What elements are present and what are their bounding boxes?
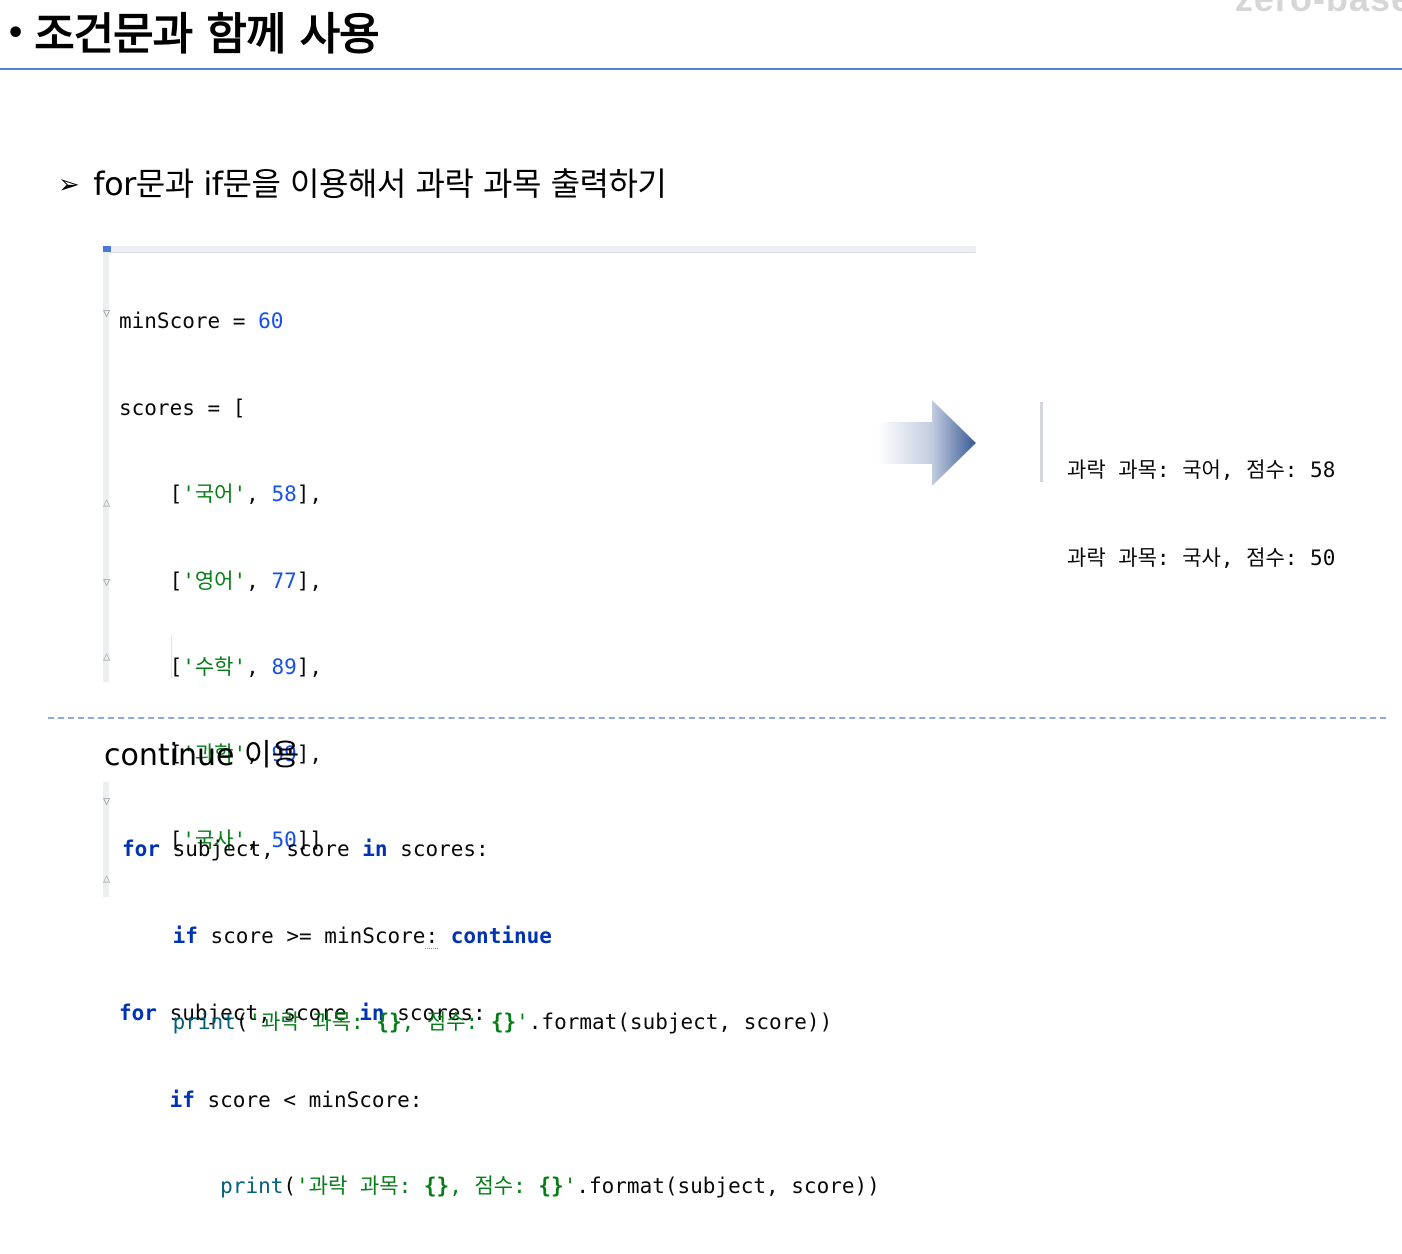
fold-open-icon[interactable]: ▽	[103, 575, 117, 589]
output-line: 과락 과목: 국사, 점수: 50	[1067, 546, 1336, 570]
slide-title-text: 조건문과 함께 사용	[34, 9, 379, 60]
code-line: scores = [	[119, 395, 246, 420]
title-underline	[0, 68, 1402, 70]
fold-open-icon[interactable]: ▽	[103, 794, 117, 808]
continue-section-label: continue 이용	[104, 738, 300, 773]
code-line: print('과락 과목: {}, 점수: {}'.format(subject…	[172, 1010, 833, 1034]
right-arrow-icon	[878, 400, 976, 486]
console-output: 과락 과목: 국어, 점수: 58 과락 과목: 국사, 점수: 50	[1040, 402, 1393, 570]
brand-watermark: zero-base	[1235, 0, 1402, 20]
fold-close-icon[interactable]: △	[103, 871, 117, 885]
code-line: ['수학', 89],	[119, 655, 323, 679]
code-line: ['국어', 58],	[119, 482, 323, 506]
bullet: •	[6, 16, 25, 51]
code-line: minScore = 60	[119, 309, 284, 333]
code-lines-2: for subject, score in scores: if score >…	[122, 782, 832, 1090]
subheading-text: for문과 if문을 이용해서 과락 과목 출력하기	[93, 165, 667, 203]
arrow-bullet-icon: ➢	[58, 170, 80, 200]
code-editor-1: ▽ △ ▽ △ minScore = 60 scores = [ ['국어', …	[103, 246, 976, 1198]
editor-top-bar	[103, 246, 976, 253]
subheading: ➢ for문과 if문을 이용해서 과락 과목 출력하기	[58, 160, 667, 209]
code-line: print('과락 과목: {}, 점수: {}'.format(subject…	[220, 1174, 880, 1198]
code-line: for subject, score in scores:	[122, 837, 489, 861]
output-line: 과락 과목: 국어, 점수: 58	[1067, 458, 1336, 482]
fold-open-icon[interactable]: ▽	[103, 306, 117, 320]
fold-close-icon[interactable]: △	[103, 495, 117, 509]
code-editor-2: ▽ △ for subject, score in scores: if sco…	[103, 782, 1003, 1034]
code-line: if score >= minScore: continue	[172, 923, 552, 949]
code-line: ['영어', 77],	[119, 568, 323, 593]
fold-close-icon[interactable]: △	[103, 649, 117, 663]
section-divider	[48, 717, 1386, 719]
slide-title: • 조건문과 함께 사용	[6, 4, 380, 65]
